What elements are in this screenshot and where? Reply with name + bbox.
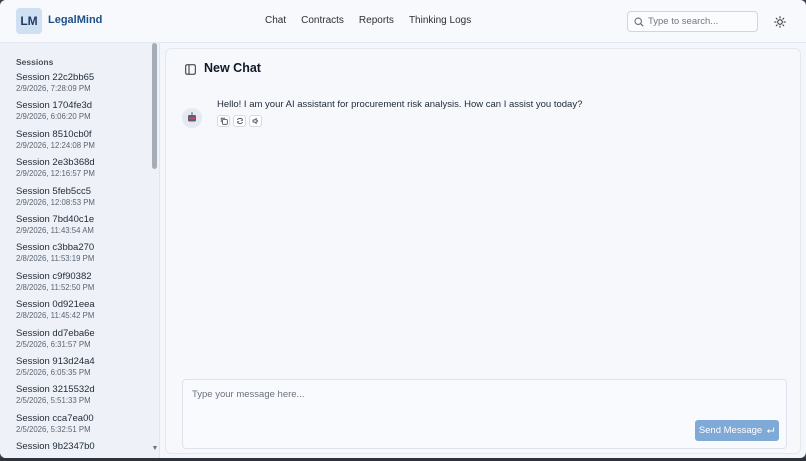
session-date: 2/8/2026, 11:45:42 PM bbox=[16, 311, 95, 321]
session-name: Session c9f90382 bbox=[16, 270, 92, 282]
session-name: Session dd7eba6e bbox=[16, 327, 95, 339]
send-message-button[interactable]: Send Message bbox=[695, 420, 779, 441]
session-item[interactable]: Session 0d921eea 2/8/2026, 11:45:42 PM bbox=[16, 299, 146, 327]
session-date: 2/9/2026, 12:08:53 PM bbox=[16, 197, 95, 207]
nav-item-chat[interactable]: Chat bbox=[265, 15, 286, 26]
session-item[interactable]: Session 913d24a4 2/5/2026, 6:05:35 PM bbox=[16, 356, 146, 384]
assistant-message: Hello! I am your AI assistant for procur… bbox=[217, 99, 583, 110]
search-box bbox=[627, 11, 758, 32]
panel-left-icon bbox=[185, 64, 196, 75]
sidebar-scroll-thumb[interactable] bbox=[152, 43, 157, 169]
nav-item-contracts[interactable]: Contracts bbox=[301, 15, 344, 26]
sun-icon bbox=[773, 15, 786, 28]
session-item[interactable]: Session c9f90382 2/8/2026, 11:52:50 PM bbox=[16, 271, 146, 299]
session-name: Session c3bba270 bbox=[16, 242, 95, 254]
bot-avatar bbox=[182, 108, 202, 128]
sessions-sidebar: Sessions Session 22c2bb65 2/9/2026, 7:28… bbox=[0, 43, 160, 458]
app-name[interactable]: LegalMind bbox=[48, 14, 102, 26]
session-name: Session 1704fe3d bbox=[16, 100, 93, 112]
session-date: 2/5/2026, 5:32:51 PM bbox=[16, 424, 91, 434]
session-item[interactable]: Session cca7ea00 2/5/2026, 5:32:51 PM bbox=[16, 413, 146, 441]
session-item[interactable]: Session 3215532d 2/5/2026, 5:51:33 PM bbox=[16, 384, 146, 412]
session-date: 2/5/2026, 6:31:57 PM bbox=[16, 339, 91, 349]
app-window: LM LegalMind Chat Contracts Reports Thin… bbox=[0, 0, 806, 458]
session-item[interactable]: Session 5feb5cc5 2/9/2026, 12:08:53 PM bbox=[16, 186, 146, 214]
send-message-label: Send Message bbox=[698, 425, 763, 436]
search-input[interactable] bbox=[648, 16, 748, 27]
copy-button[interactable] bbox=[217, 115, 230, 127]
chat-title: New Chat bbox=[204, 61, 261, 75]
read-aloud-button[interactable] bbox=[249, 115, 262, 127]
copy-icon bbox=[220, 117, 228, 125]
session-name: Session 8510cb0f bbox=[16, 128, 92, 140]
session-name: Session 2e3b368d bbox=[16, 157, 95, 169]
session-item[interactable]: Session c3bba270 2/8/2026, 11:53:19 PM bbox=[16, 242, 146, 270]
session-date: 2/9/2026, 6:06:20 PM bbox=[16, 112, 91, 122]
session-date: 2/8/2026, 11:53:19 PM bbox=[16, 254, 95, 264]
scroll-down-arrow-icon[interactable]: ▼ bbox=[151, 445, 159, 453]
session-list: Session 22c2bb65 2/9/2026, 7:28:09 PM Se… bbox=[16, 72, 146, 458]
session-date: 2/5/2026, 5:51:33 PM bbox=[16, 396, 91, 406]
session-item[interactable]: Session 1704fe3d 2/9/2026, 6:06:20 PM bbox=[16, 100, 146, 128]
nav-item-thinking-logs[interactable]: Thinking Logs bbox=[409, 15, 471, 26]
main-nav: Chat Contracts Reports Thinking Logs bbox=[265, 15, 471, 26]
session-item[interactable]: Session 7bd40c1e 2/9/2026, 11:43:54 AM bbox=[16, 214, 146, 242]
enter-key-icon bbox=[767, 427, 775, 433]
session-date: 2/9/2026, 12:24:08 PM bbox=[16, 140, 95, 150]
session-item[interactable]: Session 8510cb0f 2/9/2026, 12:24:08 PM bbox=[16, 129, 146, 157]
session-name: Session cca7ea00 bbox=[16, 412, 94, 424]
message-actions bbox=[217, 115, 262, 127]
top-header: LM LegalMind Chat Contracts Reports Thin… bbox=[0, 0, 806, 43]
session-item[interactable]: Session 22c2bb65 2/9/2026, 7:28:09 PM bbox=[16, 72, 146, 100]
message-input[interactable] bbox=[192, 389, 672, 419]
sessions-heading: Sessions bbox=[16, 57, 54, 67]
speaker-icon bbox=[252, 117, 258, 125]
robot-icon bbox=[188, 112, 196, 122]
theme-toggle-button[interactable] bbox=[771, 13, 788, 30]
session-date: 2/9/2026, 11:43:54 AM bbox=[16, 225, 94, 235]
search-icon bbox=[634, 16, 644, 27]
regenerate-button[interactable] bbox=[233, 115, 246, 127]
session-item[interactable]: Session 2e3b368d 2/9/2026, 12:16:57 PM bbox=[16, 157, 146, 185]
session-item[interactable]: Session 9b2347b0 bbox=[16, 441, 146, 458]
session-name: Session 9b2347b0 bbox=[16, 441, 95, 453]
session-date: 2/9/2026, 7:28:09 PM bbox=[16, 84, 91, 93]
session-name: Session 3215532d bbox=[16, 384, 95, 396]
session-name: Session 22c2bb65 bbox=[16, 72, 95, 83]
session-item[interactable]: Session dd7eba6e 2/5/2026, 6:31:57 PM bbox=[16, 328, 146, 356]
session-name: Session 7bd40c1e bbox=[16, 213, 95, 225]
message-composer: Send Message bbox=[182, 379, 787, 449]
refresh-icon bbox=[236, 117, 243, 125]
chat-panel: New Chat Hello! I am your AI assistant f… bbox=[165, 48, 801, 454]
nav-item-reports[interactable]: Reports bbox=[359, 15, 394, 26]
sidebar-toggle-button[interactable] bbox=[185, 62, 197, 75]
session-name: Session 5feb5cc5 bbox=[16, 185, 91, 197]
session-date: 2/9/2026, 12:16:57 PM bbox=[16, 169, 95, 179]
session-date: 2/5/2026, 6:05:35 PM bbox=[16, 367, 91, 377]
session-name: Session 913d24a4 bbox=[16, 355, 95, 367]
logo-badge[interactable]: LM bbox=[16, 8, 42, 34]
session-date: 2/8/2026, 11:52:50 PM bbox=[16, 282, 95, 292]
session-name: Session 0d921eea bbox=[16, 299, 95, 311]
